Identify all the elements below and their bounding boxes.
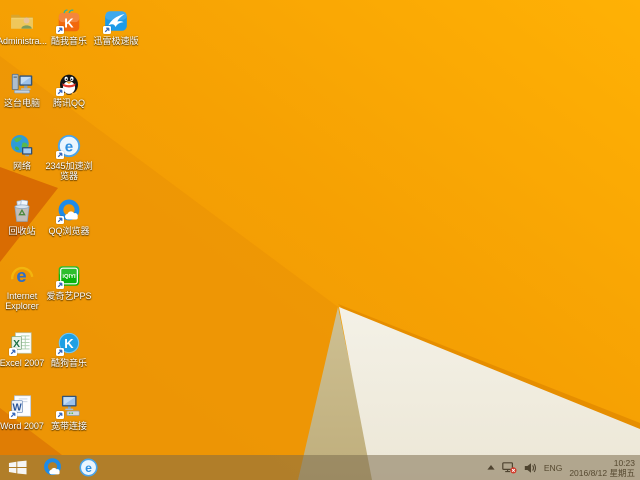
windows-logo-icon bbox=[8, 460, 27, 475]
icon-label: QQ浏览器 bbox=[48, 226, 90, 236]
desktop-icon-word-2007[interactable]: W Word 2007 bbox=[0, 393, 48, 431]
shortcut-arrow-icon bbox=[56, 281, 64, 289]
desktop-icon-grid: Administra... K 酷我音乐 迅雷极速版 这台电脑 腾讯QQ 网络 e… bbox=[0, 0, 640, 480]
clock-time: 10:23 bbox=[613, 457, 635, 468]
taskbar-app-2345-speed-browser[interactable]: e bbox=[70, 455, 106, 480]
desktop-icon-2345-speed-browser[interactable]: e 2345加速浏 览器 bbox=[43, 133, 95, 181]
shortcut-arrow-icon bbox=[56, 216, 64, 224]
word-2007-icon: W bbox=[9, 393, 35, 419]
2345-speed-browser-icon: e bbox=[56, 133, 82, 159]
shortcut-arrow-icon bbox=[9, 348, 17, 356]
desktop-icon-this-pc[interactable]: 这台电脑 bbox=[0, 70, 48, 108]
desktop-icon-administrator-folder[interactable]: Administra... bbox=[0, 8, 48, 46]
icon-label: 酷我音乐 bbox=[50, 36, 87, 46]
icon-label: Word 2007 bbox=[0, 421, 44, 431]
shortcut-arrow-icon bbox=[56, 151, 64, 159]
icon-label: Internet Explorer bbox=[5, 291, 39, 311]
language-indicator[interactable]: ENG bbox=[544, 463, 562, 473]
svg-text:iQIYI: iQIYI bbox=[62, 274, 76, 280]
this-pc-icon bbox=[9, 70, 35, 96]
taskbar-app-qq-browser[interactable] bbox=[34, 455, 70, 480]
network-icon bbox=[9, 133, 35, 159]
administrator-folder-icon bbox=[9, 8, 35, 34]
icon-label: 回收站 bbox=[8, 226, 36, 236]
desktop-icon-xunlei-speed[interactable]: 迅雷极速版 bbox=[90, 8, 142, 46]
svg-text:e: e bbox=[85, 461, 92, 475]
qq-browser-icon bbox=[56, 198, 82, 224]
desktop-icon-tencent-qq[interactable]: 腾讯QQ bbox=[43, 70, 95, 108]
desktop: Administra... K 酷我音乐 迅雷极速版 这台电脑 腾讯QQ 网络 e… bbox=[0, 0, 640, 480]
icon-label: 网络 bbox=[12, 161, 31, 171]
desktop-icon-qq-browser[interactable]: QQ浏览器 bbox=[43, 198, 95, 236]
show-hidden-icons-button[interactable] bbox=[487, 465, 495, 470]
taskbar: e ENG 10:23 2016/8/12 星期五 bbox=[0, 455, 640, 480]
icon-label: 腾讯QQ bbox=[52, 98, 85, 108]
kuwo-music-icon: K bbox=[56, 8, 82, 34]
icon-label: 迅雷极速版 bbox=[93, 36, 139, 46]
start-button[interactable] bbox=[0, 455, 34, 480]
shortcut-arrow-icon bbox=[56, 348, 64, 356]
qq-browser-icon bbox=[43, 458, 61, 476]
icon-label: Administra... bbox=[0, 36, 47, 46]
tencent-qq-icon bbox=[56, 70, 82, 96]
recycle-bin-icon bbox=[9, 198, 35, 224]
desktop-icon-kuwo-music[interactable]: K 酷我音乐 bbox=[43, 8, 95, 46]
clock[interactable]: 10:23 2016/8/12 星期五 bbox=[569, 458, 635, 478]
svg-text:K: K bbox=[64, 336, 74, 351]
shortcut-arrow-icon bbox=[56, 26, 64, 34]
icon-label: Excel 2007 bbox=[0, 358, 45, 368]
speaker-icon bbox=[524, 462, 536, 473]
2345-speed-browser-icon: e bbox=[78, 458, 98, 477]
icon-label: 爱奇艺PPS bbox=[46, 291, 92, 301]
icon-label: 这台电脑 bbox=[3, 98, 40, 108]
icon-label: 2345加速浏 览器 bbox=[45, 161, 93, 181]
shortcut-arrow-icon bbox=[9, 411, 17, 419]
icon-label: 宽带连接 bbox=[50, 421, 87, 431]
desktop-icon-network[interactable]: 网络 bbox=[0, 133, 48, 171]
kugou-music-icon: K bbox=[56, 330, 82, 356]
network-status-icon[interactable] bbox=[502, 461, 517, 474]
volume-icon[interactable] bbox=[524, 462, 537, 474]
icon-label: 酷狗音乐 bbox=[50, 358, 87, 368]
shortcut-arrow-icon bbox=[103, 26, 111, 34]
svg-text:K: K bbox=[64, 16, 74, 31]
desktop-icon-broadband-connection[interactable]: 宽带连接 bbox=[43, 393, 95, 431]
desktop-icon-kugou-music[interactable]: K 酷狗音乐 bbox=[43, 330, 95, 368]
system-tray: ENG 10:23 2016/8/12 星期五 bbox=[487, 455, 640, 480]
shortcut-arrow-icon bbox=[56, 411, 64, 419]
clock-date: 2016/8/12 星期五 bbox=[569, 467, 635, 478]
desktop-icon-internet-explorer[interactable]: e Internet Explorer bbox=[0, 263, 48, 311]
xunlei-speed-icon bbox=[103, 8, 129, 34]
shortcut-arrow-icon bbox=[56, 88, 64, 96]
desktop-icon-iqiyi-pps[interactable]: iQIYI 爱奇艺PPS bbox=[43, 263, 95, 301]
svg-text:e: e bbox=[65, 138, 73, 155]
network-disconnected-icon bbox=[502, 461, 517, 473]
desktop-icon-excel-2007[interactable]: X Excel 2007 bbox=[0, 330, 48, 368]
chevron-up-icon bbox=[487, 465, 495, 470]
desktop-icon-recycle-bin[interactable]: 回收站 bbox=[0, 198, 48, 236]
iqiyi-pps-icon: iQIYI bbox=[56, 263, 82, 289]
internet-explorer-icon: e bbox=[9, 263, 35, 289]
broadband-connection-icon bbox=[56, 393, 82, 419]
excel-2007-icon: X bbox=[9, 330, 35, 356]
